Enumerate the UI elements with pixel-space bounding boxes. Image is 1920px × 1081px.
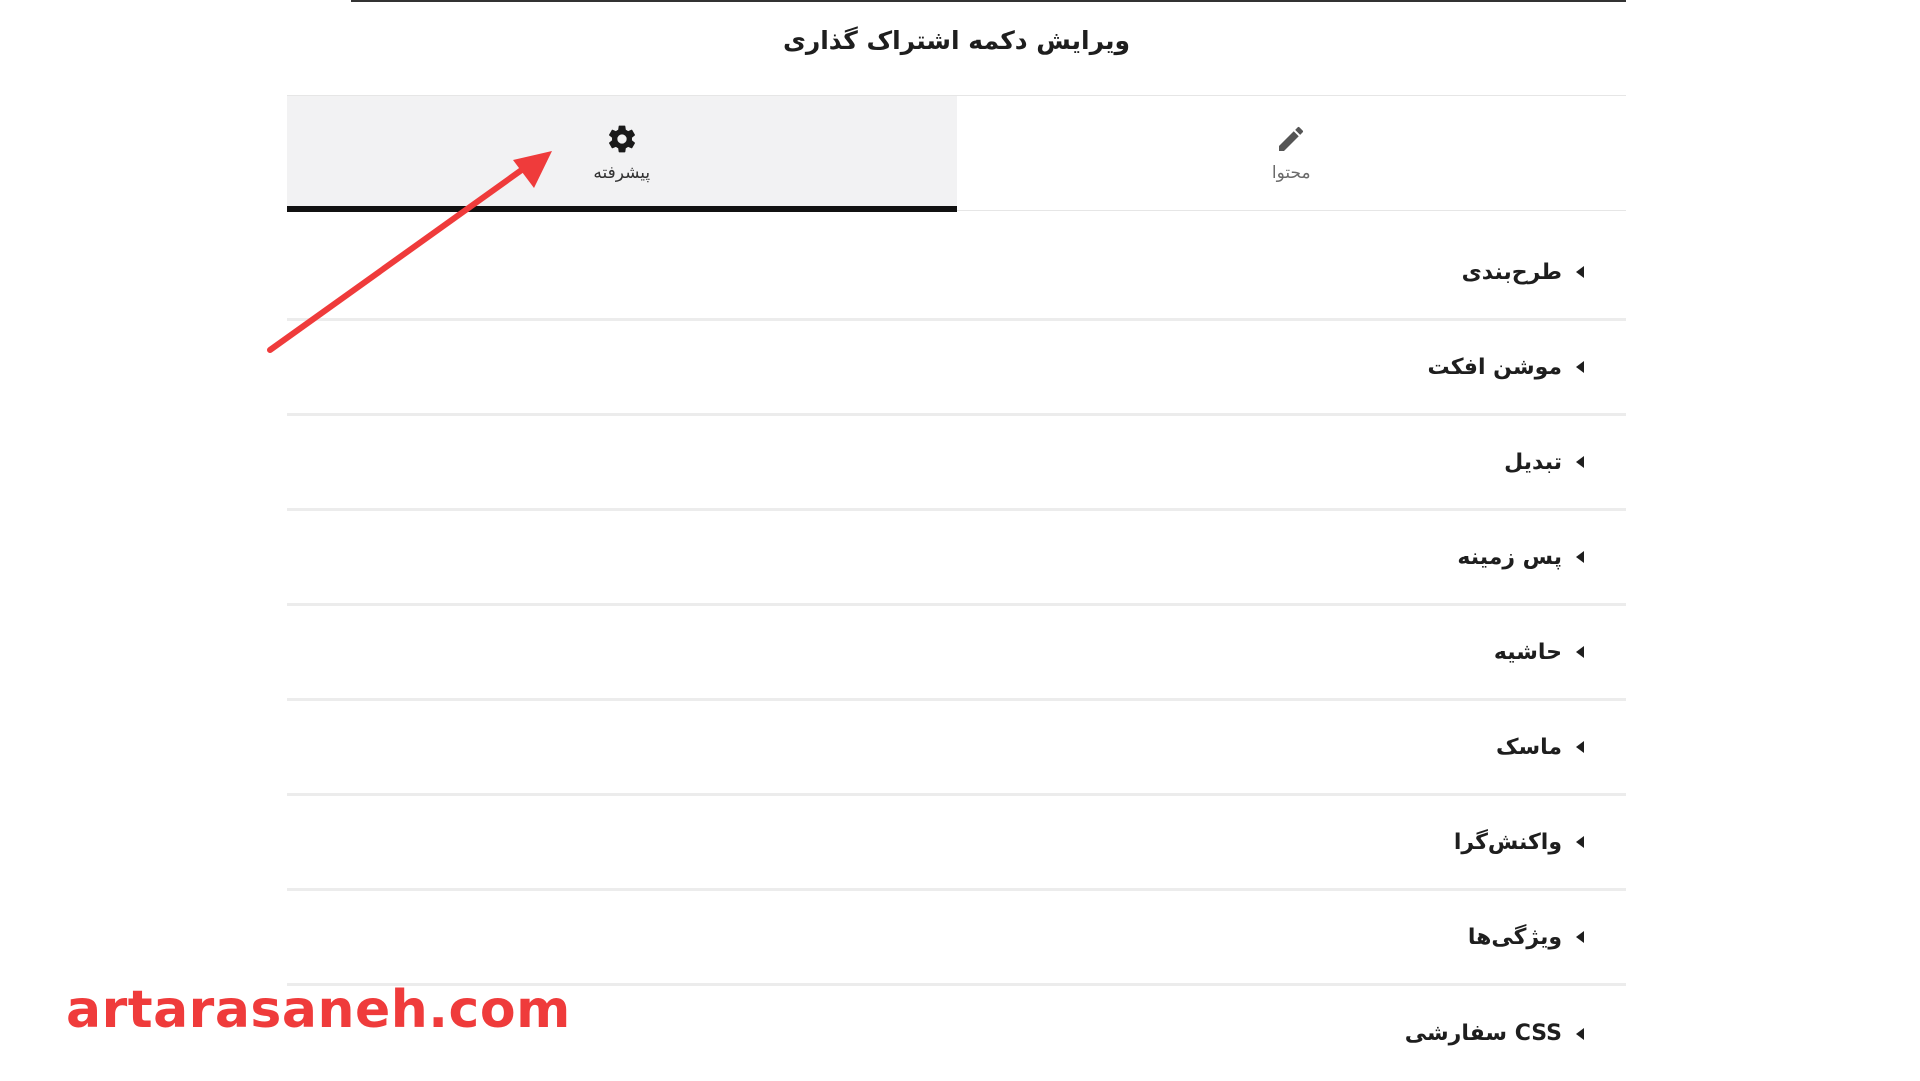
section-label: ماسک [1495,734,1562,760]
watermark: artarasaneh.com [66,980,571,1040]
section-attributes[interactable]: ویژگی‌ها [287,891,1626,986]
section-background[interactable]: پس زمینه [287,511,1626,606]
gear-icon [608,125,635,153]
panel-tabs: پیشرفته محتوا [287,95,1627,212]
tab-advanced[interactable]: پیشرفته [287,96,957,212]
tab-content[interactable]: محتوا [957,96,1627,210]
section-label: پس زمینه [1457,544,1562,570]
caret-left-icon [1576,361,1584,373]
section-label: طرح‌بندی [1461,259,1562,285]
caret-left-icon [1576,836,1584,848]
tab-content-label: محتوا [1271,163,1311,183]
section-label: حاشیه [1493,639,1562,665]
section-label: موشن افکت [1427,354,1562,380]
section-label: ویژگی‌ها [1467,924,1562,950]
tab-advanced-label: پیشرفته [593,163,651,183]
section-label: CSS سفارشی [1404,1021,1562,1046]
section-mask[interactable]: ماسک [287,701,1626,796]
top-divider [351,0,1626,2]
section-transform[interactable]: تبدیل [287,416,1626,511]
caret-left-icon [1576,551,1584,563]
section-responsive[interactable]: واکنش‌گرا [287,796,1626,891]
section-layout[interactable]: طرح‌بندی [287,226,1626,321]
panel-title: ویرایش دکمه اشتراک گذاری [782,26,1131,55]
section-label: واکنش‌گرا [1453,829,1562,855]
caret-left-icon [1576,646,1584,658]
caret-left-icon [1576,456,1584,468]
section-label: تبدیل [1504,449,1562,475]
section-motion-effects[interactable]: موشن افکت [287,321,1626,416]
caret-left-icon [1576,1027,1584,1040]
section-border[interactable]: حاشیه [287,606,1626,701]
pencil-icon [1279,126,1304,151]
settings-sections: طرح‌بندی موشن افکت تبدیل پس زمینه حاشیه … [287,226,1626,1081]
caret-left-icon [1576,266,1584,278]
caret-left-icon [1576,931,1584,943]
caret-left-icon [1576,741,1584,753]
